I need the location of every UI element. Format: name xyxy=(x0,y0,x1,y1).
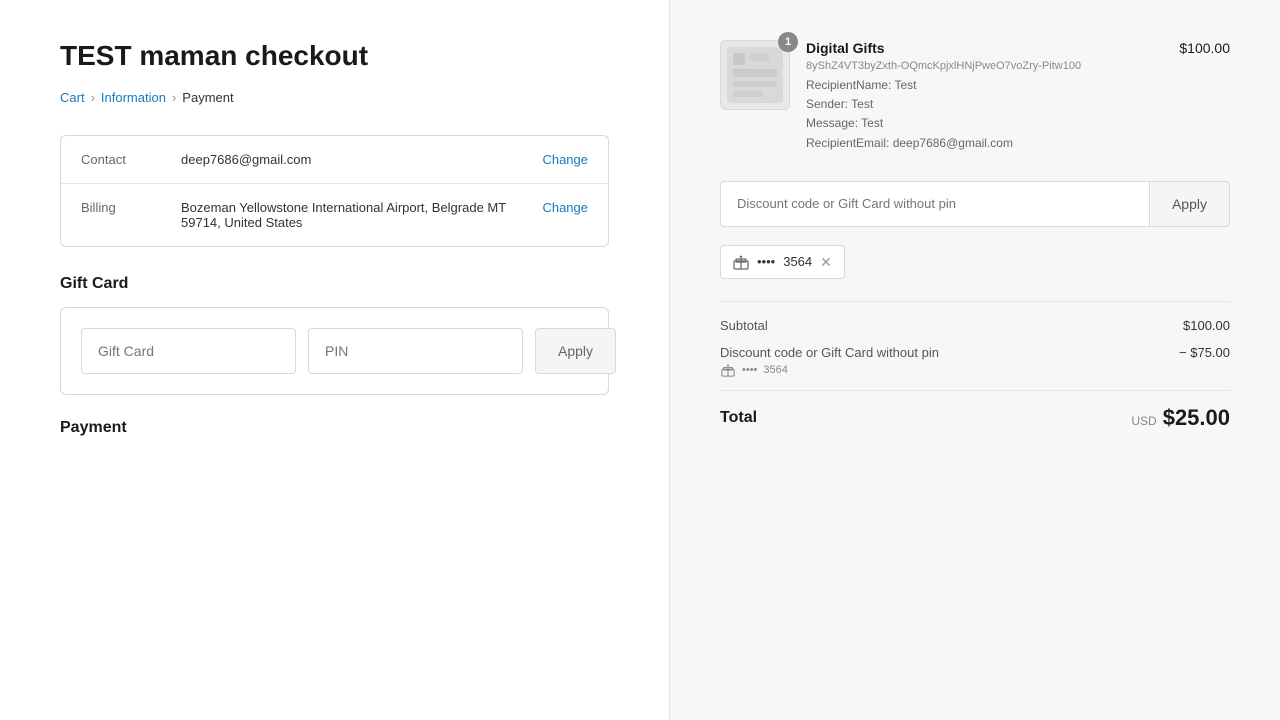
billing-row: Billing Bozeman Yellowstone Internationa… xyxy=(61,184,608,246)
product-recipient-email: RecipientEmail: deep7686@gmail.com xyxy=(806,134,1163,153)
product-thumbnail-svg xyxy=(725,45,785,105)
applied-gift-card-tag: •••• 3564 ✕ xyxy=(720,245,845,279)
price-summary: Subtotal $100.00 Discount code or Gift C… xyxy=(720,301,1230,431)
discount-value: − $75.00 xyxy=(1179,345,1230,360)
gift-icon xyxy=(733,254,749,270)
gift-card-inputs: Apply xyxy=(81,328,588,374)
product-image xyxy=(720,40,790,110)
contact-value: deep7686@gmail.com xyxy=(181,152,532,167)
total-currency: USD xyxy=(1131,414,1156,428)
applied-tag-last4: 3564 xyxy=(783,254,812,269)
discount-area: Apply xyxy=(720,181,1230,227)
billing-change[interactable]: Change xyxy=(542,200,588,215)
discount-label-text: Discount code or Gift Card without pin xyxy=(720,345,939,360)
total-value-group: USD $25.00 xyxy=(1131,405,1230,431)
product-sku: 8yShZ4VT3byZxth-OQmcKpjxlHNjPweO7voZry-P… xyxy=(806,60,1163,72)
gift-card-box: Apply xyxy=(60,307,609,395)
product-image-wrapper: 1 xyxy=(720,40,790,110)
discount-dots: •••• xyxy=(742,364,757,376)
discount-label-group: Discount code or Gift Card without pin •… xyxy=(720,345,939,378)
discount-input[interactable] xyxy=(720,181,1149,227)
billing-value: Bozeman Yellowstone International Airpor… xyxy=(181,200,532,230)
breadcrumb: Cart › Information › Payment xyxy=(60,90,609,105)
remove-gift-card-button[interactable]: ✕ xyxy=(820,255,832,269)
summary-box: Contact deep7686@gmail.com Change Billin… xyxy=(60,135,609,247)
product-name: Digital Gifts xyxy=(806,40,1163,56)
breadcrumb-information[interactable]: Information xyxy=(101,90,166,105)
product-badge: 1 xyxy=(778,32,798,52)
total-row: Total USD $25.00 xyxy=(720,390,1230,431)
payment-title: Payment xyxy=(60,419,609,437)
pin-input[interactable] xyxy=(308,328,523,374)
applied-tag-dots: •••• xyxy=(757,254,775,269)
contact-change[interactable]: Change xyxy=(542,152,588,167)
gift-card-title: Gift Card xyxy=(60,275,609,293)
store-title: TEST maman checkout xyxy=(60,40,609,72)
product-sender: Sender: Test xyxy=(806,95,1163,114)
subtotal-value: $100.00 xyxy=(1183,318,1230,333)
total-value: $25.00 xyxy=(1163,405,1230,431)
product-meta: RecipientName: Test Sender: Test Message… xyxy=(806,76,1163,153)
discount-last4: 3564 xyxy=(763,364,787,376)
product-recipient: RecipientName: Test xyxy=(806,76,1163,95)
total-label: Total xyxy=(720,409,757,427)
left-panel: TEST maman checkout Cart › Information ›… xyxy=(0,0,670,720)
discount-apply-button[interactable]: Apply xyxy=(1149,181,1230,227)
contact-label: Contact xyxy=(81,152,181,167)
right-panel: 1 Digital Gifts 8yShZ4VT3byZxth-OQmcKpjx… xyxy=(670,0,1280,720)
product-price: $100.00 xyxy=(1179,40,1230,56)
gift-card-input[interactable] xyxy=(81,328,296,374)
breadcrumb-sep-2: › xyxy=(172,90,176,105)
breadcrumb-current: Payment xyxy=(182,90,233,105)
breadcrumb-sep-1: › xyxy=(91,90,95,105)
contact-row: Contact deep7686@gmail.com Change xyxy=(61,136,608,184)
discount-sub-label: •••• 3564 xyxy=(720,362,939,378)
breadcrumb-cart[interactable]: Cart xyxy=(60,90,85,105)
gift-card-apply-button[interactable]: Apply xyxy=(535,328,616,374)
product-message: Message: Test xyxy=(806,114,1163,133)
discount-row: Discount code or Gift Card without pin •… xyxy=(720,345,1230,378)
billing-label: Billing xyxy=(81,200,181,215)
product-item: 1 Digital Gifts 8yShZ4VT3byZxth-OQmcKpjx… xyxy=(720,40,1230,153)
subtotal-row: Subtotal $100.00 xyxy=(720,318,1230,333)
subtotal-label: Subtotal xyxy=(720,318,768,333)
product-details: Digital Gifts 8yShZ4VT3byZxth-OQmcKpjxlH… xyxy=(806,40,1163,153)
discount-gift-icon xyxy=(720,362,736,378)
